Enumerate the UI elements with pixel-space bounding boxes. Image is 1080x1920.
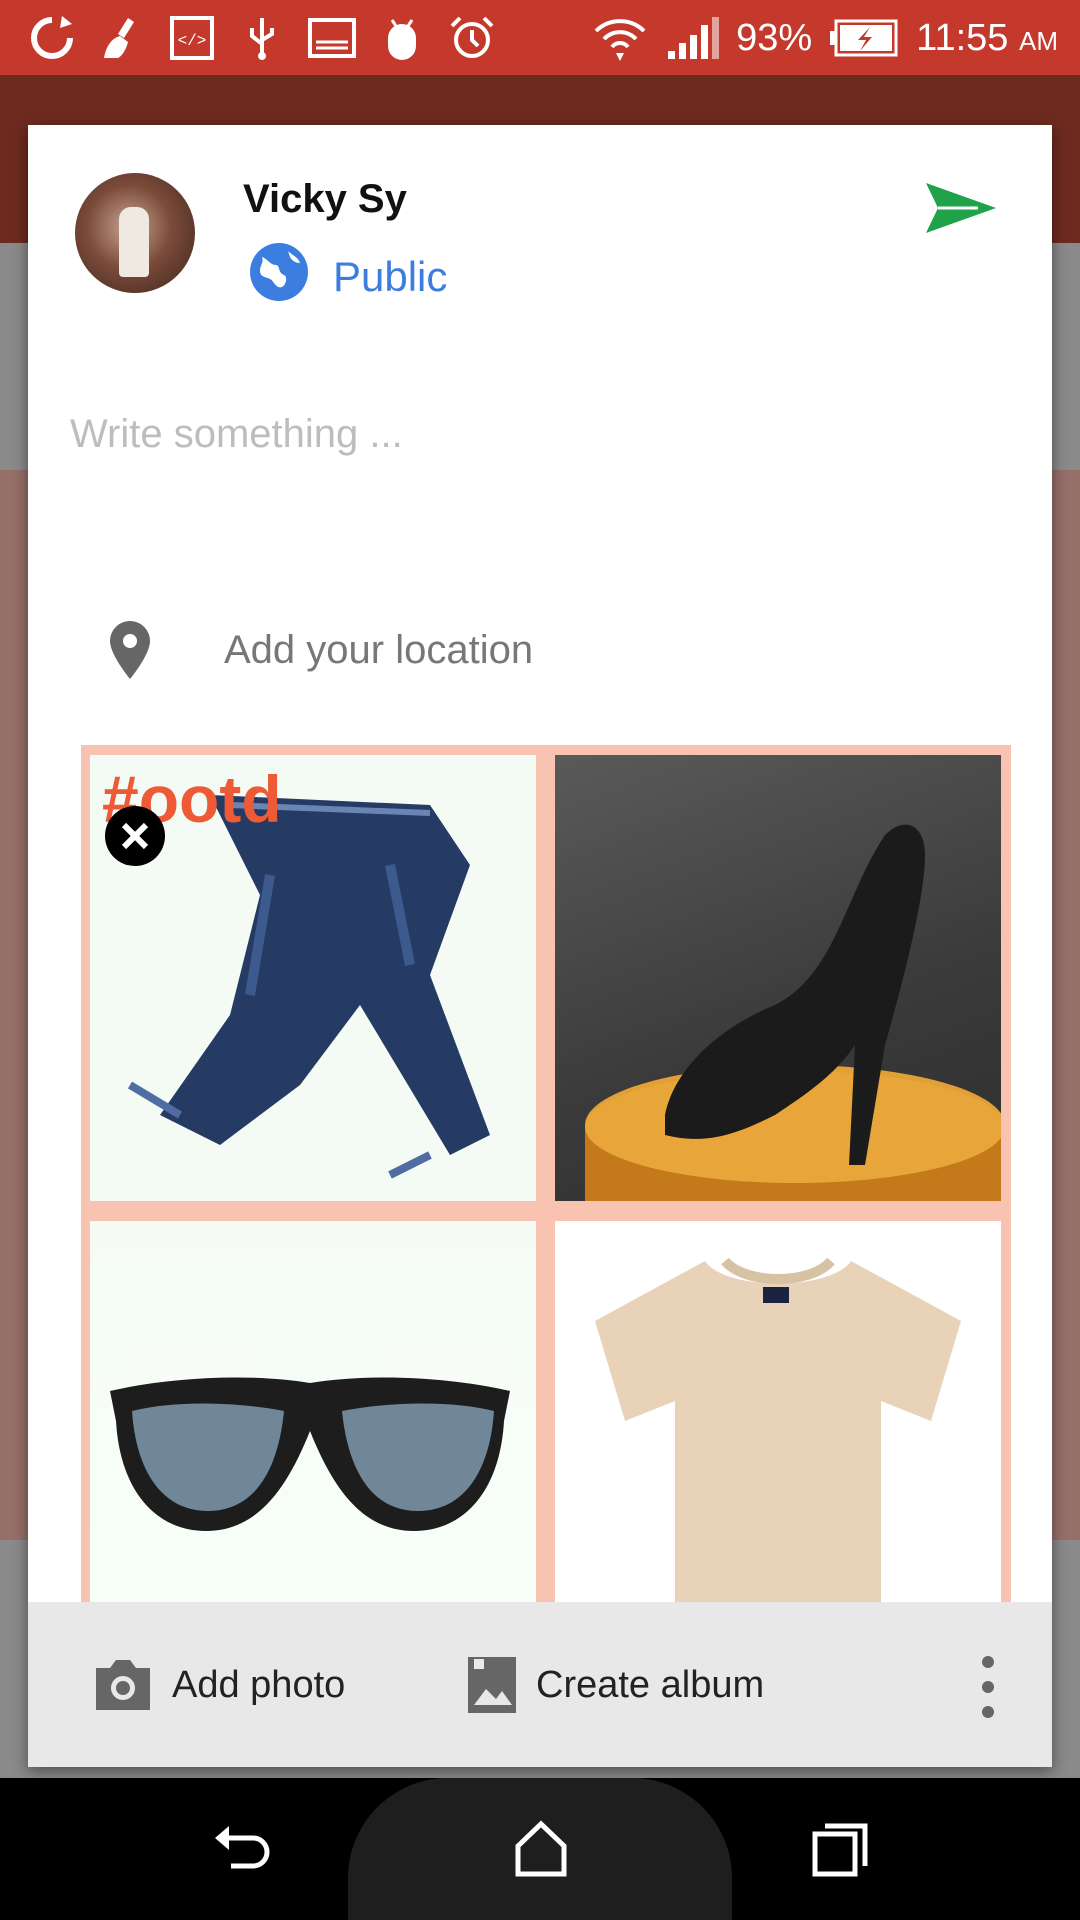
- photo-collage[interactable]: #ootd: [81, 745, 1011, 1745]
- status-bar: </> 93% 11:55 AM: [0, 0, 1080, 75]
- send-icon[interactable]: [918, 167, 1000, 249]
- status-right: 93% 11:55 AM: [592, 10, 1058, 66]
- code-icon: </>: [170, 16, 214, 60]
- svg-text:</>: </>: [178, 32, 207, 50]
- home-icon[interactable]: [506, 1814, 576, 1884]
- globe-icon[interactable]: [248, 241, 310, 303]
- cleaner-icon: [104, 18, 134, 58]
- remove-photo-close-icon[interactable]: [104, 805, 166, 867]
- tshirt-image: [595, 1257, 961, 1667]
- compose-text-input[interactable]: [68, 393, 1012, 475]
- sunglasses-photo[interactable]: [90, 1221, 536, 1667]
- clock-time: 11:55: [916, 16, 1009, 59]
- user-name: Vicky Sy: [243, 177, 407, 221]
- wifi-icon: [594, 19, 646, 61]
- back-icon[interactable]: [205, 1814, 275, 1884]
- signal-icon: [668, 17, 720, 59]
- create-album-label: Create album: [536, 1663, 765, 1706]
- camera-icon: [96, 1660, 150, 1710]
- android-icon: [388, 19, 416, 60]
- compose-action-bar: Add photo Create album: [28, 1602, 1052, 1767]
- sync-icon: [31, 16, 73, 59]
- clock: 11:55 AM: [916, 17, 1058, 60]
- sunglasses-image: [110, 1377, 510, 1531]
- create-album-button[interactable]: Create album: [466, 1650, 764, 1720]
- battery-percentage: 93%: [736, 16, 813, 59]
- shoe-image: [585, 824, 1001, 1201]
- more-options-icon[interactable]: [968, 1652, 1008, 1722]
- battery-charging-icon: [830, 19, 898, 57]
- compose-post-dialog: Vicky Sy Public Add your location #ootd: [28, 125, 1052, 1767]
- high-heel-shoe-photo[interactable]: [555, 755, 1001, 1201]
- navigation-bar: [0, 1778, 1080, 1920]
- user-avatar[interactable]: [75, 173, 195, 293]
- beige-tshirt-photo[interactable]: [555, 1221, 1001, 1667]
- usb-icon: [250, 18, 274, 60]
- recent-apps-icon[interactable]: [805, 1814, 875, 1884]
- privacy-selector[interactable]: Public: [333, 253, 447, 301]
- add-photo-button[interactable]: Add photo: [92, 1650, 345, 1720]
- notification-icons: </>: [28, 14, 496, 62]
- add-location-button[interactable]: Add your location: [108, 615, 533, 685]
- alarm-icon: [450, 16, 494, 58]
- location-pin-icon: [110, 621, 150, 679]
- location-label: Add your location: [224, 627, 534, 672]
- screenshot-icon: [308, 18, 356, 58]
- album-icon: [468, 1657, 516, 1713]
- clock-ampm: AM: [1019, 25, 1058, 56]
- add-photo-label: Add photo: [172, 1663, 346, 1706]
